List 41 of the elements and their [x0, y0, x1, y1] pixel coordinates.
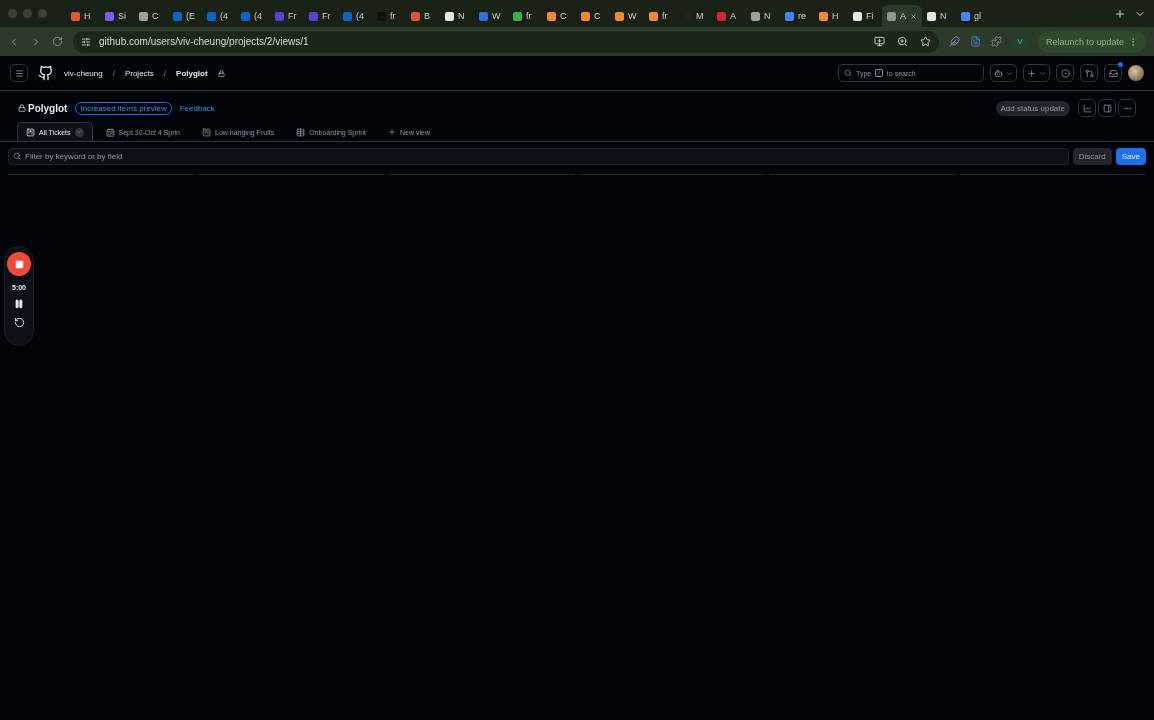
browser-tab[interactable]: N — [440, 5, 474, 27]
browser-tab[interactable]: (E — [168, 5, 202, 27]
browser-tab[interactable]: C — [576, 5, 610, 27]
browser-tab[interactable]: B — [406, 5, 440, 27]
browser-tab[interactable]: H — [66, 5, 100, 27]
browser-tab[interactable]: N — [922, 5, 956, 27]
profile-avatar[interactable]: V — [1011, 33, 1028, 50]
filter-field[interactable]: Filter by keyword or by field — [8, 148, 1069, 165]
browser-tab[interactable]: W — [610, 5, 644, 27]
browser-tab[interactable]: W — [474, 5, 508, 27]
browser-tab[interactable]: Fr — [270, 5, 304, 27]
browser-tab[interactable]: fr — [372, 5, 406, 27]
browser-tab[interactable]: gl — [956, 5, 990, 27]
save-button[interactable]: Save — [1115, 148, 1146, 165]
browser-tab[interactable]: A — [882, 5, 922, 27]
breadcrumb-separator: / — [163, 68, 167, 78]
browser-tab[interactable]: (4 — [338, 5, 372, 27]
browser-tab[interactable]: Si — [100, 5, 134, 27]
browser-tab[interactable]: re — [780, 5, 814, 27]
url-text: github.com/users/viv-cheung/projects/2/views/1 — [99, 36, 309, 47]
feedback-link[interactable]: Feedback — [179, 103, 215, 113]
browser-tab[interactable]: C — [542, 5, 576, 27]
browser-tab[interactable]: H — [814, 5, 848, 27]
browser-tab[interactable]: N — [746, 5, 780, 27]
browser-tab[interactable]: fr — [644, 5, 678, 27]
address-bar[interactable]: github.com/users/viv-cheung/projects/2/views/1 — [73, 30, 939, 53]
breadcrumb-link[interactable]: Projects — [124, 68, 154, 78]
status-update-button[interactable]: Add status update — [995, 100, 1070, 116]
browser-tab[interactable]: Fr — [304, 5, 338, 27]
relaunch-button[interactable]: Relaunch to update — [1037, 30, 1146, 53]
breadcrumb-separator: / — [112, 68, 115, 78]
project-title: Polyglot — [18, 102, 68, 114]
breadcrumb-link[interactable]: viv-cheung — [64, 68, 103, 78]
browser-tab[interactable]: (4 — [202, 5, 236, 27]
browser-tab[interactable]: C — [134, 5, 168, 27]
browser-tab[interactable]: fr — [508, 5, 542, 27]
browser-tab[interactable]: M — [678, 5, 712, 27]
browser-tab[interactable]: Fi — [848, 5, 882, 27]
breadcrumb-link[interactable]: Polyglot — [176, 68, 208, 78]
browser-tab[interactable]: (4 — [236, 5, 270, 27]
browser-tab[interactable]: A — [712, 5, 746, 27]
